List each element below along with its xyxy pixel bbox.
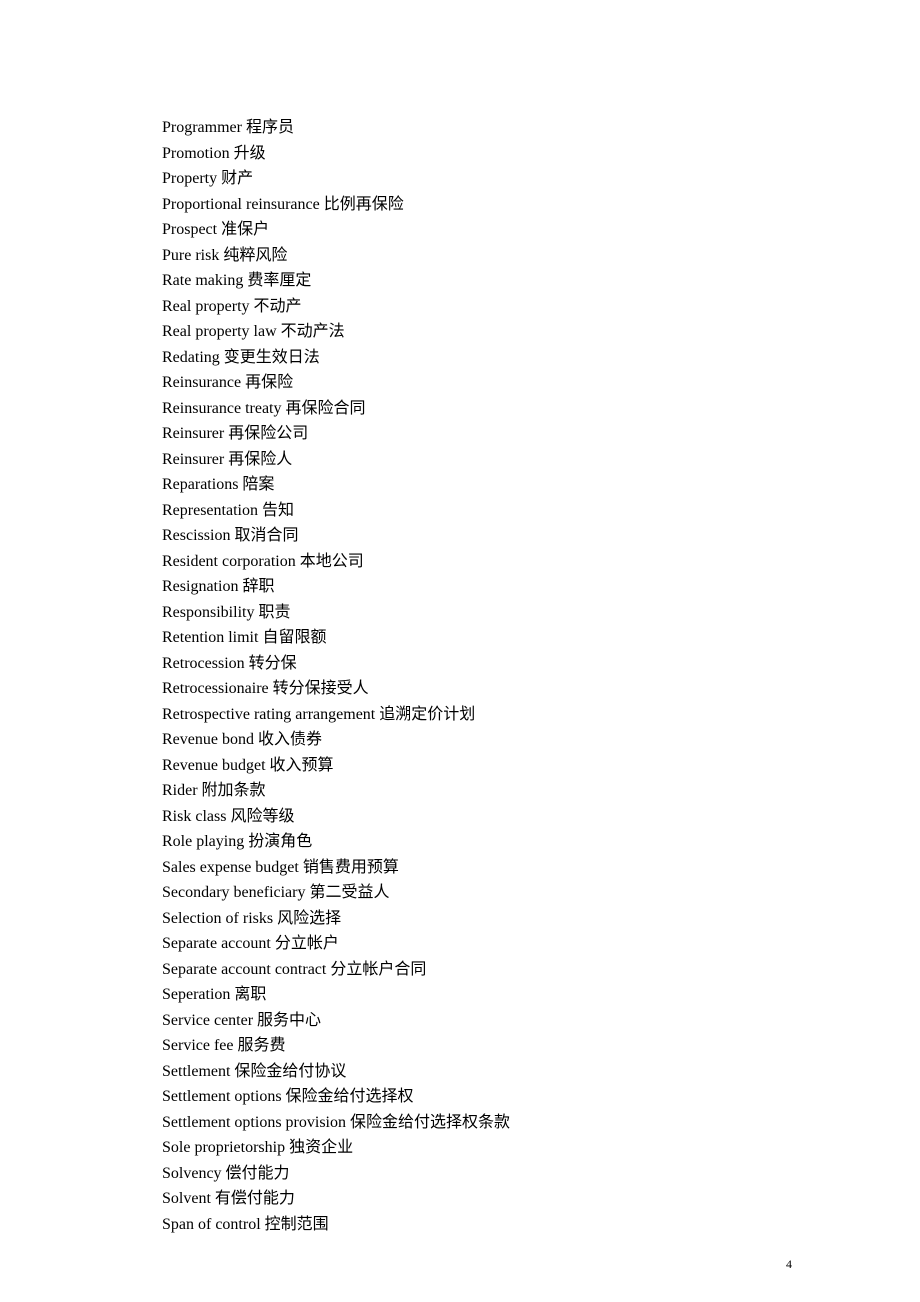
glossary-entry: Retention limit 自留限额 xyxy=(162,625,782,651)
glossary-entry: Programmer 程序员 xyxy=(162,115,782,141)
glossary-entry: Revenue budget 收入预算 xyxy=(162,753,782,779)
glossary-entry: Service center 服务中心 xyxy=(162,1008,782,1034)
glossary-entry: Real property law 不动产法 xyxy=(162,319,782,345)
glossary-entry: Promotion 升级 xyxy=(162,141,782,167)
glossary-entry: Service fee 服务费 xyxy=(162,1033,782,1059)
page-number: 4 xyxy=(786,1257,792,1272)
glossary-entry: Settlement options provision 保险金给付选择权条款 xyxy=(162,1110,782,1136)
glossary-entry: Seperation 离职 xyxy=(162,982,782,1008)
glossary-entry: Retrocession 转分保 xyxy=(162,651,782,677)
glossary-entry: Resident corporation 本地公司 xyxy=(162,549,782,575)
glossary-entry: Retrospective rating arrangement 追溯定价计划 xyxy=(162,702,782,728)
glossary-entry: Redating 变更生效日法 xyxy=(162,345,782,371)
glossary-entry: Reinsurer 再保险人 xyxy=(162,447,782,473)
glossary-entry: Span of control 控制范围 xyxy=(162,1212,782,1238)
glossary-entry: Rate making 费率厘定 xyxy=(162,268,782,294)
glossary-entry: Separate account 分立帐户 xyxy=(162,931,782,957)
glossary-entry: Risk class 风险等级 xyxy=(162,804,782,830)
glossary-entry: Selection of risks 风险选择 xyxy=(162,906,782,932)
glossary-entry: Separate account contract 分立帐户合同 xyxy=(162,957,782,983)
glossary-entry: Revenue bond 收入债券 xyxy=(162,727,782,753)
glossary-entry: Settlement 保险金给付协议 xyxy=(162,1059,782,1085)
glossary-entry: Proportional reinsurance 比例再保险 xyxy=(162,192,782,218)
glossary-entry: Prospect 准保户 xyxy=(162,217,782,243)
glossary-entry: Settlement options 保险金给付选择权 xyxy=(162,1084,782,1110)
glossary-entry: Reinsurance 再保险 xyxy=(162,370,782,396)
glossary-entry: Rescission 取消合同 xyxy=(162,523,782,549)
glossary-entry: Solvency 偿付能力 xyxy=(162,1161,782,1187)
glossary-entry: Property 财产 xyxy=(162,166,782,192)
glossary-entry: Reinsurance treaty 再保险合同 xyxy=(162,396,782,422)
glossary-entry: Retrocessionaire 转分保接受人 xyxy=(162,676,782,702)
glossary-entry: Sales expense budget 销售费用预算 xyxy=(162,855,782,881)
glossary-entry: Reinsurer 再保险公司 xyxy=(162,421,782,447)
glossary-entry: Sole proprietorship 独资企业 xyxy=(162,1135,782,1161)
glossary-entry: Resignation 辞职 xyxy=(162,574,782,600)
glossary-list: Programmer 程序员Promotion 升级Property 财产Pro… xyxy=(162,115,782,1237)
glossary-entry: Real property 不动产 xyxy=(162,294,782,320)
glossary-entry: Responsibility 职责 xyxy=(162,600,782,626)
glossary-entry: Pure risk 纯粹风险 xyxy=(162,243,782,269)
glossary-entry: Solvent 有偿付能力 xyxy=(162,1186,782,1212)
glossary-entry: Secondary beneficiary 第二受益人 xyxy=(162,880,782,906)
glossary-entry: Representation 告知 xyxy=(162,498,782,524)
glossary-entry: Role playing 扮演角色 xyxy=(162,829,782,855)
glossary-entry: Reparations 陪案 xyxy=(162,472,782,498)
glossary-entry: Rider 附加条款 xyxy=(162,778,782,804)
